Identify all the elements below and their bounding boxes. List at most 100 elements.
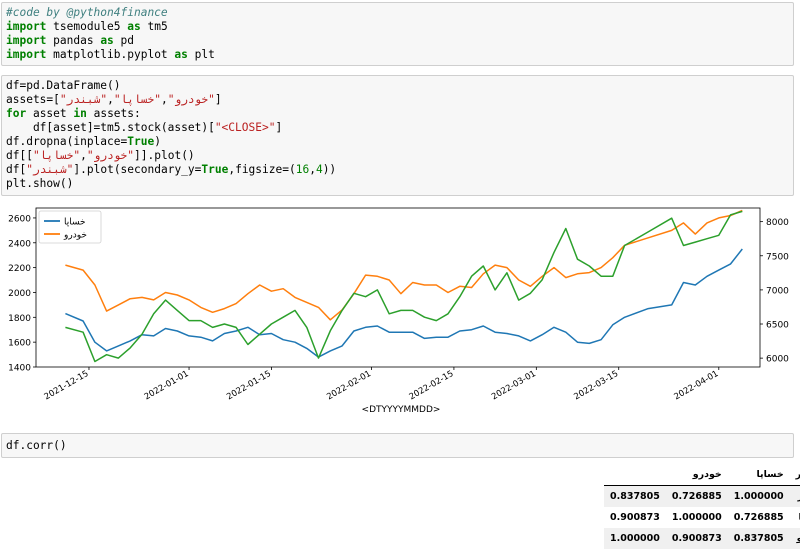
code-token: ) xyxy=(154,135,161,148)
y-tick-label-right: 6500 xyxy=(766,321,789,331)
x-tick-label: 2022-04-01 xyxy=(673,369,721,402)
table-header-row: خودرو خساپا شبندر xyxy=(604,464,800,486)
code-cell-plot[interactable]: df=pd.DataFrame() assets=["خودرو","خساپا… xyxy=(1,75,794,196)
code-token: 4 xyxy=(315,163,323,176)
code-token: tsemodule5 xyxy=(46,20,128,33)
code-token: "<CLOSE>" xyxy=(214,121,276,134)
table-row: 0.837805 0.726885 1.000000 شبندر xyxy=(604,485,800,508)
code-token: , xyxy=(80,149,87,162)
code-line: import tsemodule5 as tm5 xyxy=(6,20,168,33)
table-cell: 0.837805 xyxy=(610,491,660,502)
code-line: plt.show() xyxy=(6,177,73,190)
code-line: #code by @python4finance xyxy=(6,6,168,19)
code-token: #code by @python4finance xyxy=(6,6,168,19)
y-tick-label-right: 7000 xyxy=(766,286,789,296)
code-token: assets: xyxy=(86,107,141,120)
code-token: True xyxy=(127,135,155,148)
code-editor[interactable]: df=pd.DataFrame() assets=["خودرو","خساپا… xyxy=(2,76,793,194)
line-chart: 1400 1600 1800 2000 2200 2400 2600 6000 6500 7000… xyxy=(8,207,789,415)
code-token: plt.show() xyxy=(6,177,74,190)
code-line: import matplotlib.pyplot as plt xyxy=(6,48,215,61)
code-token: pd xyxy=(113,34,135,47)
x-tick-label: 2021-12-15 xyxy=(43,369,91,402)
table-row: 0.900873 1.000000 0.726885 خساپا xyxy=(604,507,800,528)
code-token: "شبندر" xyxy=(26,163,74,176)
table-cell: 0.726885 xyxy=(733,512,784,523)
y-tick-label-left: 2400 xyxy=(8,239,31,249)
code-line: df[["خودرو","خساپا"]].plot() xyxy=(6,149,195,162)
y-tick-label-left: 2200 xyxy=(8,264,31,274)
table-cell: 1.000000 xyxy=(610,533,660,544)
code-token: tm5 xyxy=(140,20,168,33)
y-tick-label-right: 7500 xyxy=(766,252,789,262)
code-token: pandas xyxy=(46,34,101,47)
y-tick-label-right: 6000 xyxy=(766,355,789,365)
code-token: assets=[ xyxy=(6,93,60,106)
code-token: df=pd.DataFrame() xyxy=(6,79,121,92)
code-token: , xyxy=(107,93,114,106)
x-axis-label: <DTYYYYMMDD> xyxy=(362,405,441,415)
code-token: asset xyxy=(26,107,74,120)
code-token: True xyxy=(201,163,229,176)
x-tick-label: 2022-02-15 xyxy=(408,369,456,402)
legend-label: خودرو xyxy=(63,231,87,241)
y-tick-label-left: 2600 xyxy=(8,214,31,224)
code-token: import xyxy=(6,20,47,33)
code-line: assets=["خودرو","خساپا","شبندر"] xyxy=(6,93,222,106)
code-token: for xyxy=(6,107,27,120)
code-token: matplotlib.pyplot xyxy=(46,48,175,61)
x-tick-label: 2022-03-15 xyxy=(572,369,620,402)
code-token: "خساپا" xyxy=(113,93,161,106)
x-tick-label: 2022-01-15 xyxy=(225,369,273,402)
table-corner xyxy=(604,464,666,486)
code-token: plt xyxy=(187,48,215,61)
y-tick-label-left: 2000 xyxy=(8,289,31,299)
table-cell: 0.837805 xyxy=(733,533,784,544)
column-header: خساپا xyxy=(727,464,790,486)
code-token: , xyxy=(160,93,168,106)
code-token: df[ xyxy=(6,163,27,176)
code-editor[interactable]: df.corr() xyxy=(2,434,793,456)
y-tick-label-left: 1400 xyxy=(8,364,31,374)
row-header: خساپا xyxy=(790,507,800,528)
row-header: شبندر xyxy=(790,486,800,508)
plot-area xyxy=(35,207,761,368)
x-tick-label: 2022-03-01 xyxy=(490,369,538,402)
y-tick-label-right: 8000 xyxy=(766,218,789,228)
code-token: df.dropna(inplace= xyxy=(6,135,128,148)
code-token: ].plot(secondary_y= xyxy=(73,163,202,176)
code-token: as xyxy=(100,34,114,47)
code-token: df.corr() xyxy=(6,439,67,452)
code-cell-corr[interactable]: df.corr() xyxy=(1,433,794,458)
code-editor[interactable]: #code by @python4finance import tsemodul… xyxy=(2,3,793,65)
code-cell-imports[interactable]: #code by @python4finance import tsemodul… xyxy=(1,2,794,66)
code-token: df[asset]=tm5.stock(asset)[ xyxy=(6,121,215,134)
code-token: ]].plot() xyxy=(134,149,195,162)
code-token: df[[ xyxy=(6,149,33,162)
table-cell: 1.000000 xyxy=(671,512,722,523)
code-token: )) xyxy=(322,163,337,176)
code-token: , xyxy=(309,163,316,176)
code-token: import xyxy=(6,48,47,61)
code-line: df.corr() xyxy=(6,439,67,452)
y-tick-label-left: 1800 xyxy=(8,314,31,324)
code-token: 16 xyxy=(295,163,310,176)
code-line: df=pd.DataFrame() xyxy=(6,79,121,92)
code-token: as xyxy=(127,20,141,33)
table-row: 1.000000 0.900873 0.837805 خودرو xyxy=(604,528,800,549)
code-token: in xyxy=(73,107,87,120)
y-tick-label-left: 1600 xyxy=(8,339,31,349)
table-cell: 0.900873 xyxy=(610,512,660,523)
x-tick-label: 2022-02-01 xyxy=(325,369,373,402)
correlation-table: خودرو خساپا شبندر 0.837805 0.726885 1.00… xyxy=(604,464,800,549)
table-cell: 0.900873 xyxy=(671,533,722,544)
row-header: خودرو xyxy=(796,533,800,544)
code-line: df.dropna(inplace=True) xyxy=(6,135,161,148)
code-token: ] xyxy=(275,121,283,134)
code-line: df["شبندر"].plot(secondary_y=True,figsiz… xyxy=(6,163,336,176)
x-tick-label: 2022-01-01 xyxy=(143,369,191,402)
column-header: خودرو xyxy=(665,464,728,486)
column-header: شبندر xyxy=(789,464,800,486)
code-line: for asset in assets: xyxy=(6,107,141,120)
code-line: df[asset]=tm5.stock(asset)["<CLOSE>"] xyxy=(6,121,282,134)
